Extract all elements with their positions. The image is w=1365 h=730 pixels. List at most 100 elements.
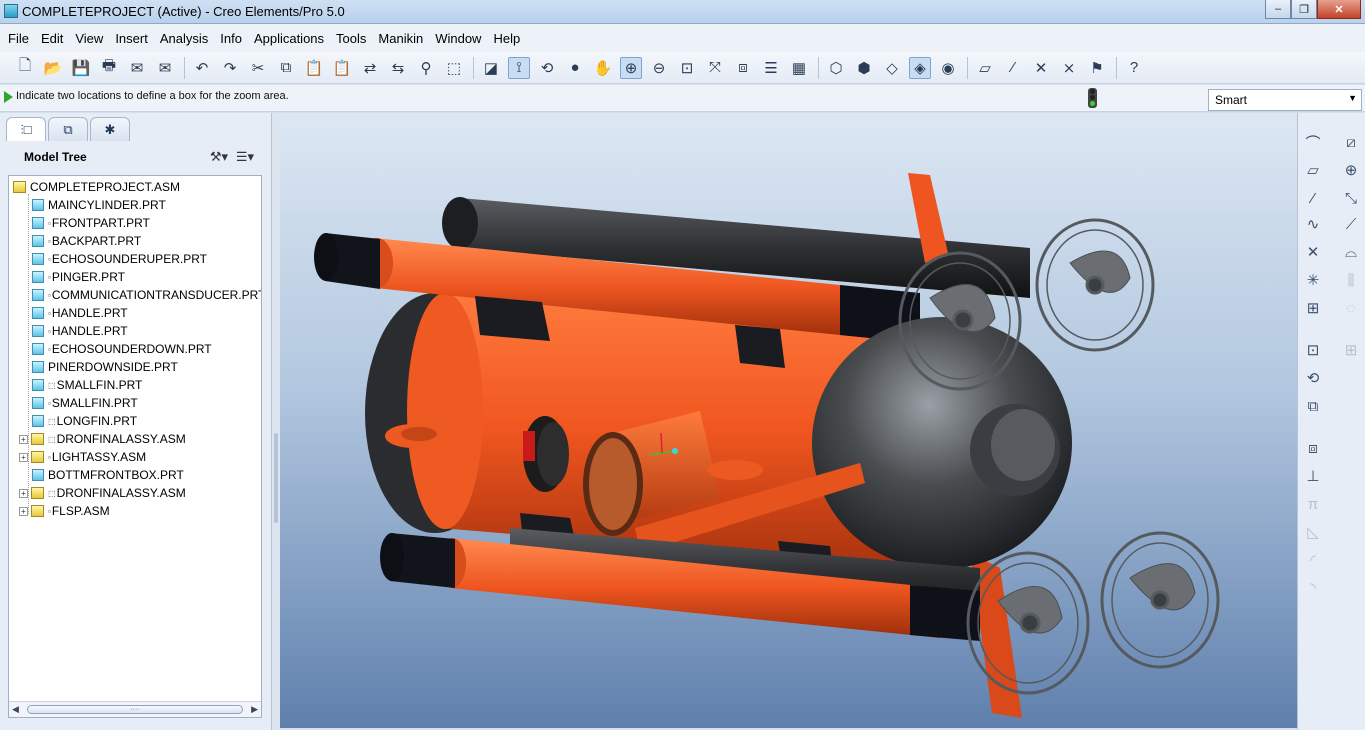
model-tree-tab-icon[interactable]: ⫶□ xyxy=(6,117,46,141)
trim-tool-icon[interactable]: ⫼ xyxy=(1340,269,1362,291)
datum-axes-icon[interactable]: ⁄ xyxy=(1002,57,1024,79)
menu-file[interactable]: File xyxy=(2,31,35,46)
tree-item[interactable]: + ▫ FLSP.ASM xyxy=(19,502,110,520)
refit-icon[interactable]: ⊡ xyxy=(676,57,698,79)
rov-model-render[interactable] xyxy=(280,113,1297,728)
datum-csys-tool-icon[interactable]: ✳ xyxy=(1302,269,1324,291)
redo-icon[interactable]: ↷ xyxy=(219,57,241,79)
saved-views-icon[interactable]: ⧈ xyxy=(732,57,754,79)
undo-icon[interactable]: ↶ xyxy=(191,57,213,79)
reorient-icon[interactable]: ⤧ xyxy=(704,57,726,79)
datum-analysis-tool-icon[interactable]: ⊞ xyxy=(1302,297,1324,319)
tree-show-icon[interactable]: ☰▾ xyxy=(232,147,258,167)
expand-node-icon[interactable]: + xyxy=(19,488,28,498)
shading-icon[interactable]: ◈ xyxy=(909,56,931,79)
offset-tool-icon[interactable]: ⧄ xyxy=(1340,131,1362,153)
new-file-icon[interactable]: 🗋 xyxy=(14,57,36,79)
menu-window[interactable]: Window xyxy=(429,31,487,46)
regenerate-icon[interactable]: ⇄ xyxy=(359,57,381,79)
tree-item[interactable]: ▫ ECHOSOUNDERDOWN.PRT xyxy=(19,340,212,358)
menu-insert[interactable]: Insert xyxy=(109,31,154,46)
add-component-icon[interactable]: ⊡ xyxy=(1302,339,1324,361)
extend-tool-icon[interactable]: ⤡ xyxy=(1340,187,1362,209)
regenerate-manager-icon[interactable]: ⇆ xyxy=(387,57,409,79)
shell-icon[interactable]: ◝ xyxy=(1302,577,1324,599)
tree-item[interactable]: ▫ HANDLE.PRT xyxy=(19,322,128,340)
layers-icon[interactable]: ☰ xyxy=(760,57,782,79)
appearance-icon[interactable]: ● xyxy=(564,57,586,79)
print-icon[interactable]: 🖶 xyxy=(98,57,120,79)
selection-filter-select[interactable]: Smart ▼ xyxy=(1208,89,1362,111)
save-icon[interactable]: 💾 xyxy=(70,57,92,79)
scroll-thumb[interactable]: ···· xyxy=(27,705,243,714)
annotations-icon[interactable]: ⚑ xyxy=(1086,57,1108,79)
datum-points-icon[interactable]: ✕ xyxy=(1030,57,1052,79)
tree-item[interactable]: ▫ HANDLE.PRT xyxy=(19,304,128,322)
datum-axis-tool-icon[interactable]: ⁄ xyxy=(1302,187,1324,209)
minimize-button[interactable]: – xyxy=(1265,0,1291,19)
pan-icon[interactable]: ✋ xyxy=(592,57,614,79)
datum-plane-tool-icon[interactable]: ▱ xyxy=(1302,159,1324,181)
menu-info[interactable]: Info xyxy=(214,31,248,46)
expand-node-icon[interactable]: + xyxy=(19,452,28,462)
solidify-tool-icon[interactable]: ⊞ xyxy=(1340,339,1362,361)
mirror-icon[interactable]: ⊥ xyxy=(1302,465,1324,487)
axis-tool-icon[interactable]: ⊕ xyxy=(1340,159,1362,181)
datum-planes-icon[interactable]: ▱ xyxy=(974,57,996,79)
repaint-icon[interactable]: ◪ xyxy=(480,57,502,79)
menu-analysis[interactable]: Analysis xyxy=(154,31,214,46)
spin-center-icon[interactable]: ⟟ xyxy=(508,56,530,79)
tree-item[interactable]: + ▫ LIGHTASSY.ASM xyxy=(19,448,146,466)
tree-item[interactable]: ▫ BACKPART.PRT xyxy=(19,232,141,250)
panel-sash[interactable] xyxy=(272,113,280,730)
tree-item[interactable]: ▫ FRONTPART.PRT xyxy=(19,214,150,232)
repeat-component-icon[interactable]: ⟲ xyxy=(1302,367,1324,389)
send-mail-icon[interactable]: ✉ xyxy=(126,57,148,79)
menu-edit[interactable]: Edit xyxy=(35,31,69,46)
zoom-out-icon[interactable]: ⊖ xyxy=(648,57,670,79)
hidden-line-icon[interactable]: ⬢ xyxy=(853,57,875,79)
close-button[interactable]: ✕ xyxy=(1317,0,1361,19)
menu-manikin[interactable]: Manikin xyxy=(372,31,429,46)
tree-item[interactable]: COMPLETEPROJECT.ASM xyxy=(13,178,180,196)
sketch-tool-icon[interactable]: ⌒ xyxy=(1302,131,1324,153)
tree-item[interactable]: + ⬚ DRONFINALASSY.ASM xyxy=(19,484,186,502)
cut-icon[interactable]: ✂ xyxy=(247,57,269,79)
no-hidden-icon[interactable]: ◇ xyxy=(881,57,903,79)
tree-item[interactable]: ⬚ SMALLFIN.PRT xyxy=(19,376,142,394)
menu-tools[interactable]: Tools xyxy=(330,31,372,46)
tree-item[interactable]: PINERDOWNSIDE.PRT xyxy=(19,358,178,376)
tree-item[interactable]: ▫ SMALLFIN.PRT xyxy=(19,394,138,412)
merge-tool-icon[interactable]: ⌓ xyxy=(1340,241,1362,263)
paste-special-icon[interactable]: 📋 xyxy=(331,57,353,79)
datum-curve-tool-icon[interactable]: ∿ xyxy=(1302,213,1324,235)
menu-help[interactable]: Help xyxy=(487,31,526,46)
tree-item[interactable]: ▫ ECHOSOUNDERUPER.PRT xyxy=(19,250,207,268)
menu-applications[interactable]: Applications xyxy=(248,31,330,46)
draft-icon[interactable]: ◜ xyxy=(1302,549,1324,571)
round-icon[interactable]: π xyxy=(1302,493,1324,515)
expand-node-icon[interactable]: + xyxy=(19,506,28,516)
coordinate-systems-icon[interactable]: ⨯ xyxy=(1058,57,1080,79)
zoom-in-icon[interactable]: ⊕ xyxy=(620,56,642,79)
create-component-icon[interactable]: ⧉ xyxy=(1302,395,1324,417)
enhanced-realism-icon[interactable]: ◉ xyxy=(937,57,959,79)
graphics-window[interactable] xyxy=(280,113,1297,728)
copy-icon[interactable]: ⧉ xyxy=(275,57,297,79)
favorites-tab-icon[interactable]: ✱ xyxy=(90,117,130,141)
tree-item[interactable]: MAINCYLINDER.PRT xyxy=(19,196,166,214)
intersect-tool-icon[interactable]: ⟋ xyxy=(1340,213,1362,235)
find-icon[interactable]: ⚲ xyxy=(415,57,437,79)
tree-settings-icon[interactable]: ⚒▾ xyxy=(206,147,232,167)
mail-attachment-icon[interactable]: ✉ xyxy=(154,57,176,79)
tree-item[interactable]: ▫ COMMUNICATIONTRANSDUCER.PRT xyxy=(19,286,261,304)
view-manager-icon[interactable]: ▦ xyxy=(788,57,810,79)
tree-item[interactable]: ⬚ LONGFIN.PRT xyxy=(19,412,137,430)
select-box-icon[interactable]: ⬚ xyxy=(443,57,465,79)
wireframe-icon[interactable]: ⬡ xyxy=(825,57,847,79)
tree-item[interactable]: + ⬚ DRONFINALASSY.ASM xyxy=(19,430,186,448)
chamfer-icon[interactable]: ◺ xyxy=(1302,521,1324,543)
context-help-icon[interactable]: ? xyxy=(1123,57,1145,79)
maximize-button[interactable]: ❐ xyxy=(1291,0,1317,19)
menu-view[interactable]: View xyxy=(69,31,109,46)
